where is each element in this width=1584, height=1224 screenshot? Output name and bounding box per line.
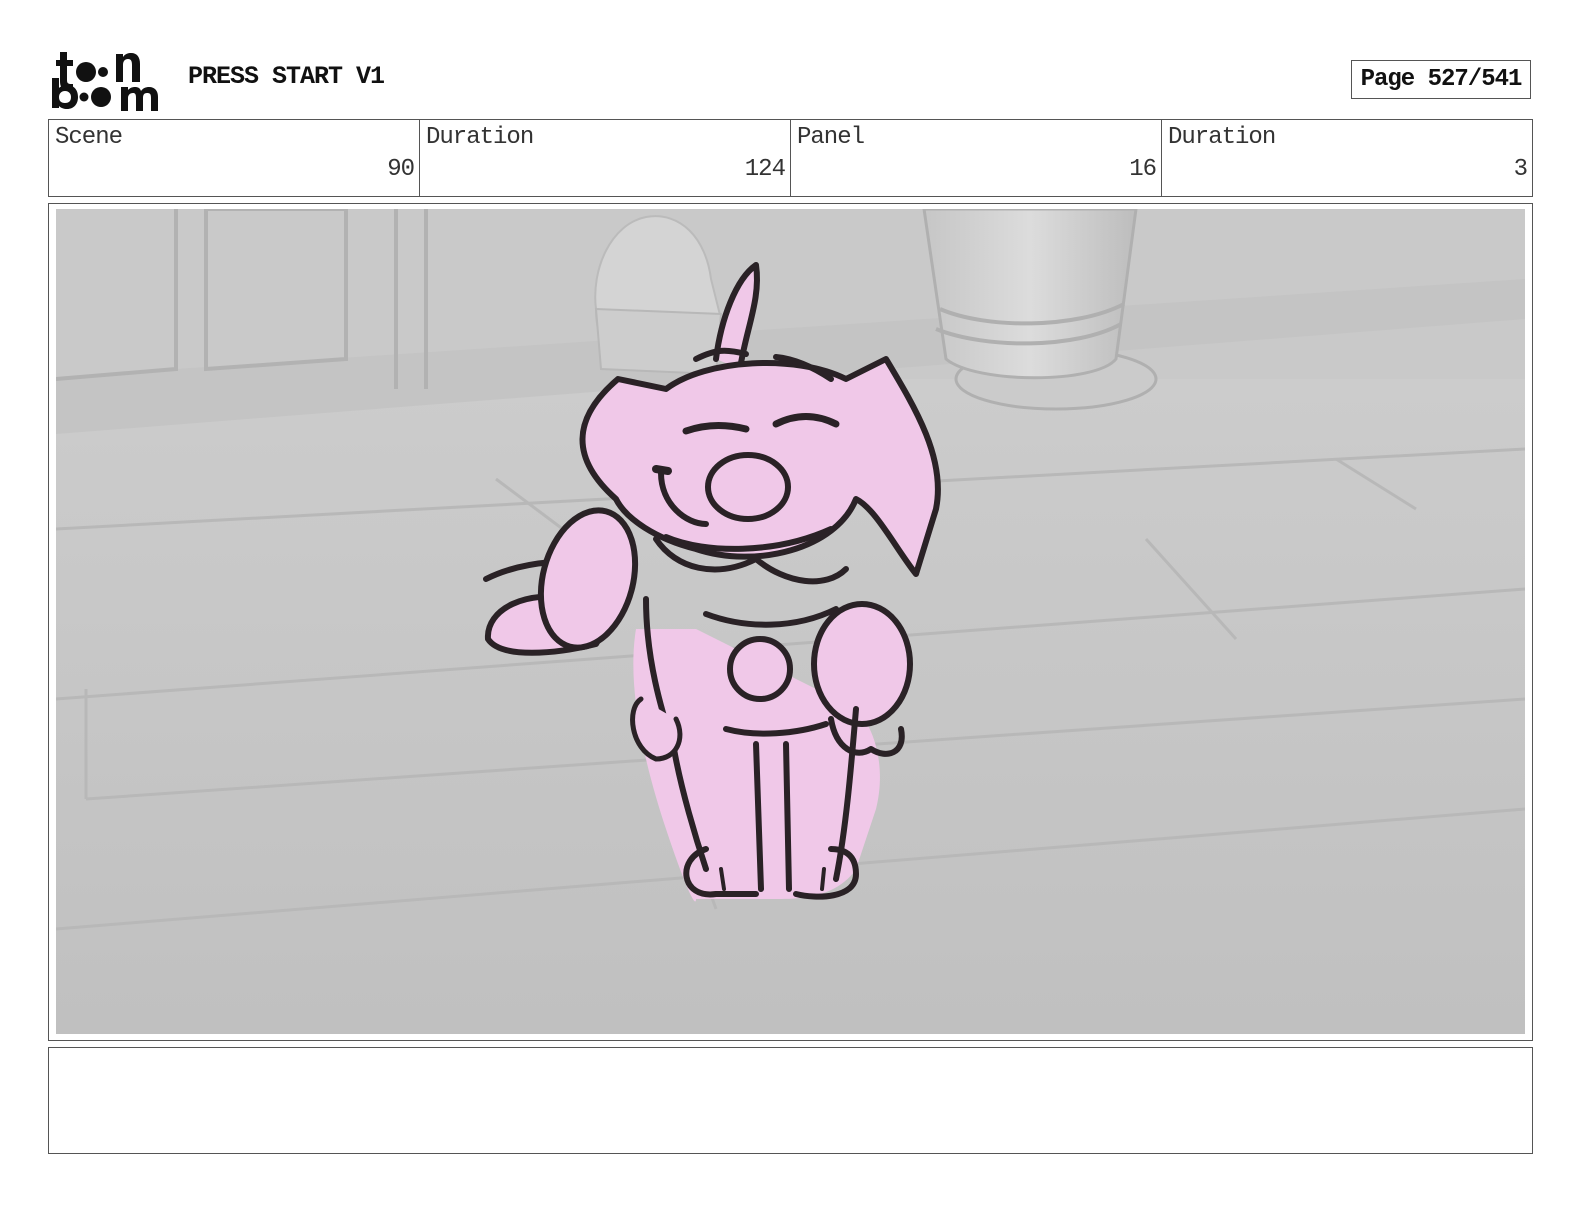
panel-duration-value: 3 bbox=[1513, 156, 1528, 183]
scene-label: Scene bbox=[55, 124, 123, 151]
storyboard-panel-image bbox=[56, 209, 1525, 1034]
panel-duration-label: Duration bbox=[1168, 124, 1276, 151]
scene-duration-cell: Duration 124 bbox=[420, 120, 791, 196]
scene-value: 90 bbox=[387, 156, 415, 183]
toonboom-logo bbox=[52, 52, 158, 111]
page-number: Page 527/541 bbox=[1351, 60, 1531, 99]
scene-info-row: Scene 90 Duration 124 Panel 16 Duration … bbox=[48, 119, 1533, 197]
panel-notes bbox=[48, 1047, 1533, 1154]
scene-cell: Scene 90 bbox=[49, 120, 420, 196]
panel-cell: Panel 16 bbox=[791, 120, 1162, 196]
panel-value: 16 bbox=[1129, 156, 1157, 183]
statue-base bbox=[594, 307, 723, 376]
panel-duration-cell: Duration 3 bbox=[1162, 120, 1532, 196]
panel-label: Panel bbox=[797, 124, 865, 151]
scene-duration-value: 124 bbox=[744, 156, 786, 183]
pot bbox=[922, 209, 1138, 380]
project-title: PRESS START V1 bbox=[188, 62, 385, 91]
scene-duration-label: Duration bbox=[426, 124, 534, 151]
